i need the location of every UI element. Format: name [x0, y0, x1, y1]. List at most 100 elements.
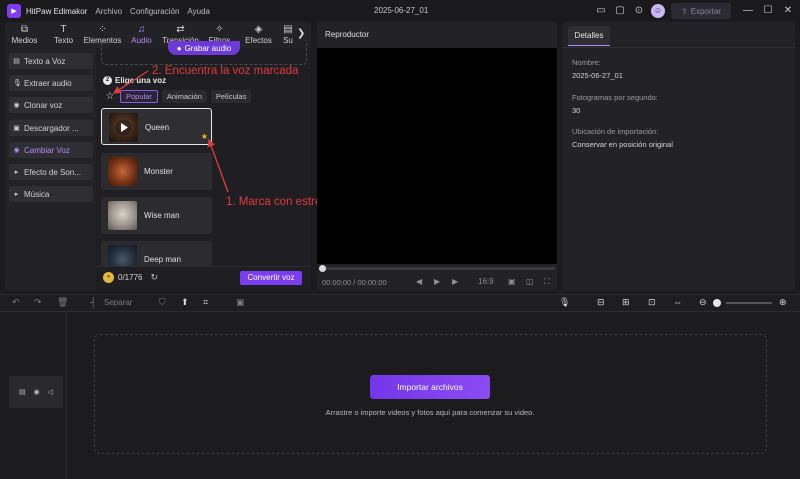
app-window: ▶ HitPaw Edimakor Archivo Configuración …	[0, 0, 800, 479]
preview-screen[interactable]	[317, 48, 557, 264]
import-files-button[interactable]: Importar archivos	[370, 375, 490, 399]
aspect-ratio-select[interactable]: 16:9	[478, 277, 494, 286]
detach-icon[interactable]: ⊡	[648, 297, 656, 308]
clone-icon: ◉	[13, 102, 20, 109]
voice-card-deep-man[interactable]: Deep man	[101, 241, 212, 266]
project-name: 2025-06-27_01	[374, 6, 429, 15]
playback-progress-bar[interactable]	[321, 267, 555, 270]
menu-configuracion[interactable]: Configuración	[130, 7, 179, 16]
menu-ayuda[interactable]: Ayuda	[187, 7, 210, 16]
upload-icon[interactable]: ⬆	[181, 297, 189, 308]
microphone-icon[interactable]: 🎙	[559, 297, 570, 308]
app-name: HitPaw Edimakor	[26, 6, 88, 16]
text-icon: T	[60, 24, 67, 35]
filters-icon: ✧	[215, 24, 224, 35]
voice-thumbnail	[108, 245, 137, 266]
split-icon[interactable]: ┤	[90, 297, 96, 307]
detail-value-fps: 30	[572, 106, 581, 115]
voice-card-wise-man[interactable]: Wise man	[101, 197, 212, 234]
link-icon[interactable]: ⊟	[597, 297, 605, 308]
chevron-right-icon[interactable]: ❯	[297, 28, 305, 39]
dropzone-hint: Arrastre o importe videos y fotos aquí p…	[325, 408, 535, 417]
minimize-icon[interactable]: —	[741, 4, 755, 18]
export-label: Exportar	[690, 6, 721, 16]
tab-medios[interactable]: ⧉ Medios	[5, 22, 44, 48]
document-icon: ▤	[13, 58, 20, 65]
refresh-icon[interactable]: ↻	[150, 272, 158, 283]
delete-icon[interactable]: 🗑	[57, 297, 68, 308]
close-icon[interactable]: ✕	[781, 4, 795, 18]
download-icon[interactable]: ⊙	[632, 4, 646, 18]
track-visibility-icon[interactable]: ◉	[34, 388, 40, 396]
sidebar-item-cambiar-voz[interactable]: ◉ Cambiar Voz	[9, 142, 93, 158]
media-icon: ⧉	[20, 24, 29, 35]
playback-scrubber[interactable]	[319, 265, 326, 272]
music-note-icon: ♫	[137, 24, 146, 35]
detail-label-ubicacion: Ubicación de importación:	[572, 127, 659, 136]
zoom-slider-handle[interactable]	[713, 299, 721, 307]
convert-voice-button[interactable]: Convertir voz	[240, 271, 302, 285]
credits-counter: ● 0/1776 ↻	[103, 272, 158, 283]
sidebar-item-texto-a-voz[interactable]: ▤ Texto a Voz	[9, 53, 93, 69]
shield-icon[interactable]: ⛉	[159, 297, 166, 308]
feedback-icon[interactable]: ▢	[613, 4, 627, 18]
sidebar-item-musica[interactable]: ▸ Música	[9, 186, 93, 202]
elements-icon: ⁘	[98, 24, 107, 35]
app-logo-icon: ▶	[7, 4, 21, 18]
export-button[interactable]: ⇪ Exportar	[671, 3, 731, 19]
undo-icon[interactable]: ↶	[12, 297, 20, 308]
menu-archivo[interactable]: Archivo	[95, 7, 122, 16]
crop-icon[interactable]: ⌗	[203, 297, 208, 308]
download-icon: ▣	[13, 125, 20, 132]
layout-icon[interactable]: ▭	[594, 4, 608, 18]
detail-value-ubicacion: Conservar en posición original	[572, 140, 673, 149]
maximize-icon[interactable]: ☐	[761, 4, 775, 18]
play-icon[interactable]: ▶	[434, 277, 440, 286]
coin-icon: ●	[103, 272, 114, 283]
sidebar-item-efecto-sonido[interactable]: ▸ Efecto de Son...	[9, 164, 93, 180]
fit-icon[interactable]: ⇔	[673, 297, 682, 307]
triangle-right-icon: ▸	[14, 191, 19, 198]
detail-label-nombre: Nombre:	[572, 58, 601, 67]
zoom-slider[interactable]	[726, 302, 772, 304]
sidebar-item-descargador[interactable]: ▣ Descargador ...	[9, 120, 93, 136]
redo-icon[interactable]: ↷	[34, 297, 42, 308]
merge-icon[interactable]: ⊞	[622, 297, 630, 308]
tab-texto[interactable]: T Texto	[44, 22, 83, 48]
voice-thumbnail	[108, 201, 137, 230]
image-icon[interactable]: ▣	[236, 297, 245, 308]
playback-time: 00:00:00 / 00:00:00	[322, 278, 387, 287]
credits-value: 0/1776	[118, 273, 143, 282]
microphone-icon: 🎙	[13, 80, 22, 87]
next-frame-icon[interactable]: ▶	[452, 277, 458, 286]
subtitles-icon: ▤	[283, 24, 293, 35]
timeline-divider	[66, 312, 67, 479]
voice-name: Deep man	[144, 255, 181, 264]
track-header: ▤ ◉ ◁	[9, 376, 63, 408]
player-title: Reproductor	[325, 30, 370, 39]
volume-icon[interactable]: ◫	[526, 277, 534, 286]
zoom-out-icon[interactable]: ⊖	[699, 297, 707, 308]
fullscreen-icon[interactable]: ⛶	[544, 277, 550, 287]
record-audio-button[interactable]: ● Grabar audio	[168, 41, 240, 55]
tab-detalles[interactable]: Detalles	[568, 26, 610, 46]
effects-icon: ◈	[254, 24, 263, 35]
transition-icon: ⇄	[176, 24, 185, 35]
export-icon: ⇪	[681, 6, 688, 16]
split-label[interactable]: Separar	[104, 298, 132, 307]
track-lock-icon[interactable]: ▤	[19, 388, 26, 396]
sidebar-item-extraer-audio[interactable]: 🎙 Extraer audio	[9, 75, 93, 91]
snapshot-icon[interactable]: ▣	[508, 277, 516, 286]
details-divider	[562, 47, 795, 48]
zoom-in-icon[interactable]: ⊕	[779, 297, 787, 308]
avatar[interactable]: ☺	[651, 4, 665, 18]
detail-label-fps: Fotogramas por segundo:	[572, 93, 658, 102]
previous-frame-icon[interactable]: ◀	[416, 277, 422, 286]
annotation-arrows	[112, 70, 229, 193]
microphone-icon: ●	[176, 43, 182, 53]
voice-change-icon: ◉	[13, 147, 20, 154]
sidebar-item-clonar-voz[interactable]: ◉ Clonar voz	[9, 97, 93, 113]
voice-name: Wise man	[144, 211, 180, 220]
detail-value-nombre: 2025-06-27_01	[572, 71, 623, 80]
track-audio-icon[interactable]: ◁	[48, 388, 53, 396]
